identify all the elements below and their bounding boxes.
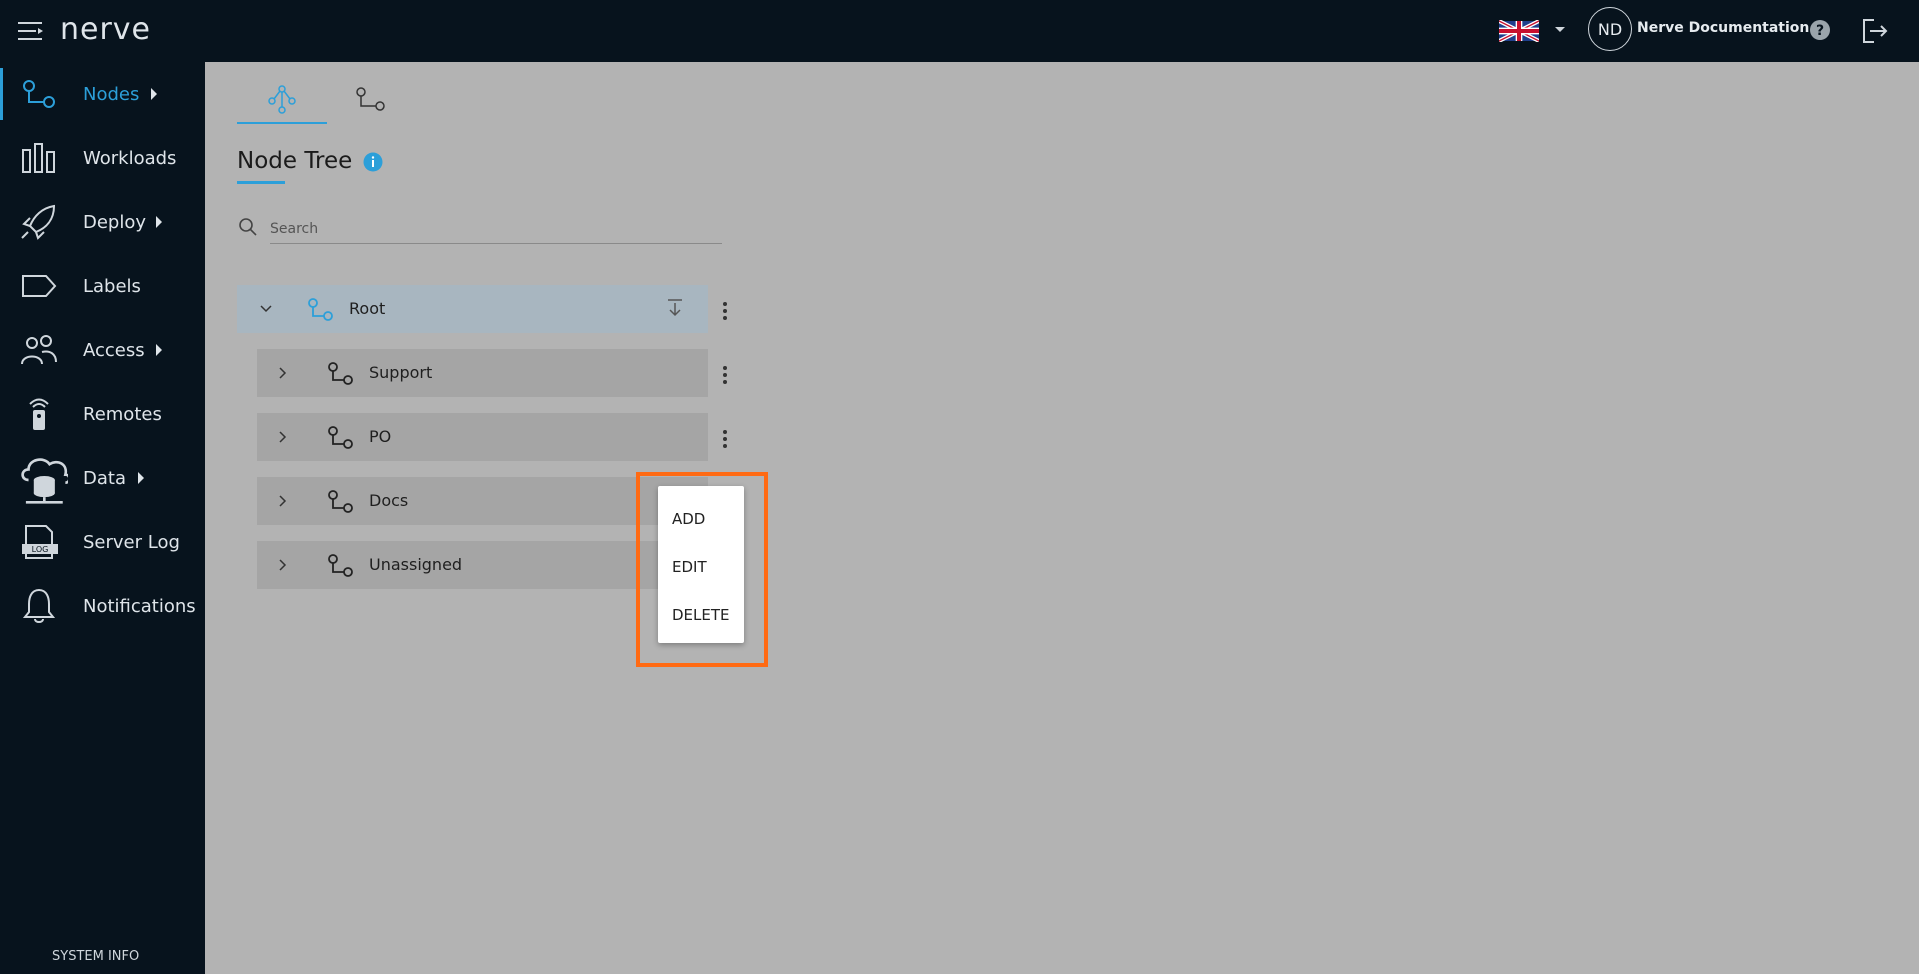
chevron-right-icon[interactable] [276, 366, 290, 380]
tree-row-label: PO [369, 427, 392, 446]
sidebar-item-nodes[interactable]: Nodes [0, 62, 205, 126]
sidebar-item-label: Server Log [83, 531, 180, 553]
sidebar-item-remotes[interactable]: Remotes [0, 382, 205, 446]
tree-row-label: Support [369, 363, 433, 382]
expand-arrow-icon [138, 472, 144, 484]
info-icon[interactable] [363, 152, 383, 172]
expand-arrow-icon [156, 344, 162, 356]
node-icon [328, 554, 353, 577]
log-icon: LOG [22, 525, 58, 559]
sidebar-item-label: Deploy [83, 211, 147, 233]
search-input[interactable] [270, 215, 722, 244]
chevron-right-icon[interactable] [276, 558, 290, 572]
tree-row-label: Root [349, 299, 386, 318]
logout-icon[interactable] [1860, 16, 1890, 46]
chevron-down-icon[interactable] [259, 302, 273, 316]
search-icon [239, 218, 257, 236]
node-icon [328, 490, 353, 513]
title-underline [237, 181, 285, 184]
sidebar-item-workloads[interactable]: Workloads [0, 126, 205, 190]
top-bar: nerve ND Nerve Documentation ? [0, 0, 1919, 62]
chevron-right-icon[interactable] [276, 430, 290, 444]
collapse-all-icon[interactable] [666, 298, 684, 318]
sidebar: Nodes Workloads Deploy Labels Access Rem… [0, 62, 205, 974]
menu-item-edit[interactable]: EDIT [672, 558, 707, 576]
bell-icon [22, 588, 56, 623]
sidebar-item-labels[interactable]: Labels [0, 254, 205, 318]
more-options-icon[interactable] [720, 364, 730, 386]
sidebar-item-label: Labels [83, 275, 141, 297]
users-icon [21, 335, 57, 365]
nerve-logo: nerve [60, 12, 152, 47]
user-name[interactable]: Nerve Documentation [1637, 20, 1809, 36]
svg-text:?: ? [1816, 23, 1824, 39]
sidebar-item-label: Nodes [83, 83, 140, 105]
tree-row[interactable]: Support [257, 349, 708, 397]
help-icon[interactable]: ? [1809, 19, 1831, 41]
svg-text:LOG: LOG [32, 545, 49, 554]
node-tree-icon [268, 85, 296, 114]
chevron-right-icon[interactable] [276, 494, 290, 508]
uk-flag-icon[interactable] [1499, 20, 1539, 42]
rocket-icon [21, 204, 56, 240]
node-icon [356, 87, 385, 111]
expand-arrow-icon [151, 88, 157, 100]
menu-item-add[interactable]: ADD [672, 510, 705, 528]
system-info-link[interactable]: SYSTEM INFO [52, 949, 139, 964]
more-options-icon[interactable] [720, 300, 730, 322]
tree-row-label: Docs [369, 491, 409, 510]
user-avatar[interactable]: ND [1588, 7, 1632, 51]
sidebar-item-data[interactable]: Data [0, 446, 205, 510]
sidebar-item-label: Notifications [83, 595, 196, 617]
context-menu: ADD EDIT DELETE [658, 486, 744, 643]
menu-toggle-icon[interactable] [18, 20, 44, 42]
sidebar-item-label: Data [83, 467, 126, 489]
label-icon [22, 275, 57, 297]
sidebar-item-label: Access [83, 339, 145, 361]
tree-row-label: Unassigned [369, 555, 463, 574]
tab-tree-view[interactable] [237, 80, 327, 124]
sidebar-item-label: Remotes [83, 403, 162, 425]
tree-row-root[interactable]: Root [237, 285, 708, 333]
tab-list-view[interactable] [327, 80, 417, 122]
nodes-icon [23, 80, 55, 108]
sidebar-item-server-log[interactable]: LOG Server Log [0, 510, 205, 574]
sidebar-item-deploy[interactable]: Deploy [0, 190, 205, 254]
more-options-icon[interactable] [720, 428, 730, 450]
sidebar-item-label: Workloads [83, 147, 177, 169]
cloud-database-icon [21, 458, 68, 504]
node-icon [308, 298, 333, 321]
tree-row[interactable]: PO [257, 413, 708, 461]
node-icon [328, 362, 353, 385]
workloads-icon [22, 143, 55, 173]
node-icon [328, 426, 353, 449]
sidebar-item-access[interactable]: Access [0, 318, 205, 382]
menu-item-delete[interactable]: DELETE [672, 606, 730, 624]
page-title: Node Tree [237, 148, 353, 174]
language-dropdown-icon[interactable] [1554, 26, 1566, 34]
expand-arrow-icon [156, 216, 162, 228]
remote-icon [29, 398, 49, 430]
sidebar-item-notifications[interactable]: Notifications [0, 574, 205, 638]
